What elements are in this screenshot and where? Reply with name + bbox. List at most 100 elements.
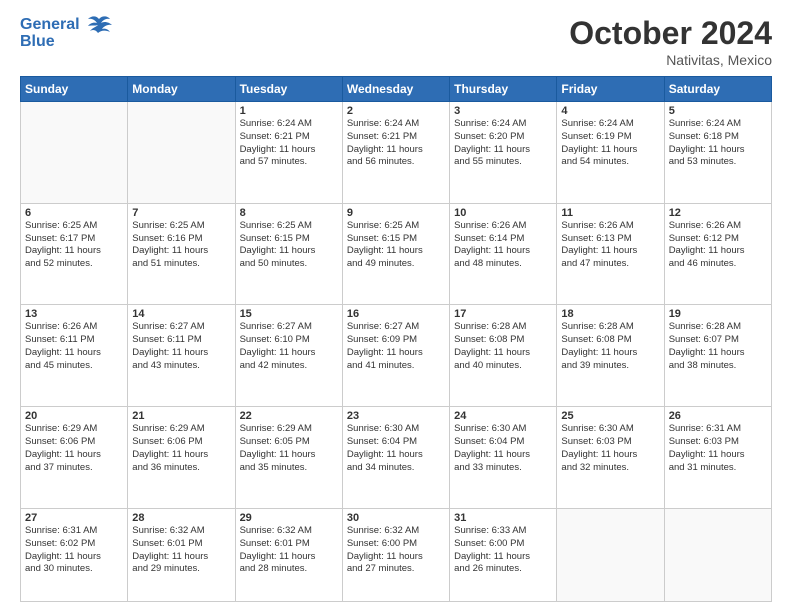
- day-number: 30: [347, 512, 445, 524]
- day-number: 31: [454, 512, 552, 524]
- calendar-cell: 27Sunrise: 6:31 AM Sunset: 6:02 PM Dayli…: [21, 508, 128, 601]
- calendar-cell: 25Sunrise: 6:30 AM Sunset: 6:03 PM Dayli…: [557, 407, 664, 509]
- day-info: Sunrise: 6:29 AM Sunset: 6:06 PM Dayligh…: [132, 423, 230, 474]
- day-number: 25: [561, 410, 659, 422]
- day-number: 9: [347, 207, 445, 219]
- day-number: 23: [347, 410, 445, 422]
- day-number: 2: [347, 105, 445, 117]
- day-info: Sunrise: 6:24 AM Sunset: 6:18 PM Dayligh…: [669, 118, 767, 169]
- day-number: 24: [454, 410, 552, 422]
- calendar-cell: 18Sunrise: 6:28 AM Sunset: 6:08 PM Dayli…: [557, 305, 664, 407]
- day-info: Sunrise: 6:30 AM Sunset: 6:04 PM Dayligh…: [454, 423, 552, 474]
- day-info: Sunrise: 6:32 AM Sunset: 6:01 PM Dayligh…: [132, 525, 230, 576]
- day-info: Sunrise: 6:24 AM Sunset: 6:21 PM Dayligh…: [240, 118, 338, 169]
- day-info: Sunrise: 6:28 AM Sunset: 6:08 PM Dayligh…: [561, 321, 659, 372]
- week-row-0: 1Sunrise: 6:24 AM Sunset: 6:21 PM Daylig…: [21, 102, 772, 204]
- calendar-cell: 1Sunrise: 6:24 AM Sunset: 6:21 PM Daylig…: [235, 102, 342, 204]
- day-info: Sunrise: 6:27 AM Sunset: 6:10 PM Dayligh…: [240, 321, 338, 372]
- day-info: Sunrise: 6:27 AM Sunset: 6:09 PM Dayligh…: [347, 321, 445, 372]
- day-number: 27: [25, 512, 123, 524]
- day-info: Sunrise: 6:33 AM Sunset: 6:00 PM Dayligh…: [454, 525, 552, 576]
- day-number: 15: [240, 308, 338, 320]
- day-number: 4: [561, 105, 659, 117]
- day-info: Sunrise: 6:29 AM Sunset: 6:06 PM Dayligh…: [25, 423, 123, 474]
- calendar-cell: 7Sunrise: 6:25 AM Sunset: 6:16 PM Daylig…: [128, 203, 235, 305]
- day-number: 11: [561, 207, 659, 219]
- day-info: Sunrise: 6:32 AM Sunset: 6:00 PM Dayligh…: [347, 525, 445, 576]
- calendar-cell: 20Sunrise: 6:29 AM Sunset: 6:06 PM Dayli…: [21, 407, 128, 509]
- day-info: Sunrise: 6:28 AM Sunset: 6:07 PM Dayligh…: [669, 321, 767, 372]
- calendar-cell: 11Sunrise: 6:26 AM Sunset: 6:13 PM Dayli…: [557, 203, 664, 305]
- day-info: Sunrise: 6:24 AM Sunset: 6:20 PM Dayligh…: [454, 118, 552, 169]
- day-number: 10: [454, 207, 552, 219]
- calendar-cell: 2Sunrise: 6:24 AM Sunset: 6:21 PM Daylig…: [342, 102, 449, 204]
- logo: General Blue: [20, 15, 112, 51]
- calendar-cell: 24Sunrise: 6:30 AM Sunset: 6:04 PM Dayli…: [450, 407, 557, 509]
- calendar-cell: 10Sunrise: 6:26 AM Sunset: 6:14 PM Dayli…: [450, 203, 557, 305]
- day-number: 22: [240, 410, 338, 422]
- calendar-cell: 30Sunrise: 6:32 AM Sunset: 6:00 PM Dayli…: [342, 508, 449, 601]
- day-info: Sunrise: 6:25 AM Sunset: 6:16 PM Dayligh…: [132, 220, 230, 271]
- col-wednesday: Wednesday: [342, 77, 449, 102]
- col-friday: Friday: [557, 77, 664, 102]
- calendar-cell: [21, 102, 128, 204]
- week-row-1: 6Sunrise: 6:25 AM Sunset: 6:17 PM Daylig…: [21, 203, 772, 305]
- calendar-cell: 21Sunrise: 6:29 AM Sunset: 6:06 PM Dayli…: [128, 407, 235, 509]
- calendar-cell: 4Sunrise: 6:24 AM Sunset: 6:19 PM Daylig…: [557, 102, 664, 204]
- day-info: Sunrise: 6:32 AM Sunset: 6:01 PM Dayligh…: [240, 525, 338, 576]
- calendar-cell: [557, 508, 664, 601]
- day-info: Sunrise: 6:24 AM Sunset: 6:19 PM Dayligh…: [561, 118, 659, 169]
- col-thursday: Thursday: [450, 77, 557, 102]
- col-sunday: Sunday: [21, 77, 128, 102]
- day-number: 21: [132, 410, 230, 422]
- calendar-cell: 23Sunrise: 6:30 AM Sunset: 6:04 PM Dayli…: [342, 407, 449, 509]
- week-row-3: 20Sunrise: 6:29 AM Sunset: 6:06 PM Dayli…: [21, 407, 772, 509]
- month-title: October 2024: [569, 15, 772, 52]
- day-number: 12: [669, 207, 767, 219]
- day-info: Sunrise: 6:31 AM Sunset: 6:03 PM Dayligh…: [669, 423, 767, 474]
- day-info: Sunrise: 6:30 AM Sunset: 6:03 PM Dayligh…: [561, 423, 659, 474]
- day-number: 8: [240, 207, 338, 219]
- day-number: 6: [25, 207, 123, 219]
- day-info: Sunrise: 6:27 AM Sunset: 6:11 PM Dayligh…: [132, 321, 230, 372]
- col-tuesday: Tuesday: [235, 77, 342, 102]
- day-info: Sunrise: 6:25 AM Sunset: 6:17 PM Dayligh…: [25, 220, 123, 271]
- logo-general: General: [20, 16, 80, 33]
- day-number: 19: [669, 308, 767, 320]
- calendar-cell: 29Sunrise: 6:32 AM Sunset: 6:01 PM Dayli…: [235, 508, 342, 601]
- day-number: 14: [132, 308, 230, 320]
- calendar-cell: 28Sunrise: 6:32 AM Sunset: 6:01 PM Dayli…: [128, 508, 235, 601]
- day-info: Sunrise: 6:26 AM Sunset: 6:14 PM Dayligh…: [454, 220, 552, 271]
- day-number: 3: [454, 105, 552, 117]
- logo-text: General: [20, 15, 112, 35]
- day-number: 20: [25, 410, 123, 422]
- calendar-cell: 15Sunrise: 6:27 AM Sunset: 6:10 PM Dayli…: [235, 305, 342, 407]
- col-saturday: Saturday: [664, 77, 771, 102]
- day-number: 7: [132, 207, 230, 219]
- day-info: Sunrise: 6:26 AM Sunset: 6:13 PM Dayligh…: [561, 220, 659, 271]
- day-info: Sunrise: 6:31 AM Sunset: 6:02 PM Dayligh…: [25, 525, 123, 576]
- logo-blue: Blue: [20, 33, 112, 51]
- day-info: Sunrise: 6:25 AM Sunset: 6:15 PM Dayligh…: [240, 220, 338, 271]
- calendar-cell: 16Sunrise: 6:27 AM Sunset: 6:09 PM Dayli…: [342, 305, 449, 407]
- day-number: 5: [669, 105, 767, 117]
- header-row: Sunday Monday Tuesday Wednesday Thursday…: [21, 77, 772, 102]
- calendar-cell: 31Sunrise: 6:33 AM Sunset: 6:00 PM Dayli…: [450, 508, 557, 601]
- title-section: October 2024 Nativitas, Mexico: [569, 15, 772, 68]
- day-info: Sunrise: 6:29 AM Sunset: 6:05 PM Dayligh…: [240, 423, 338, 474]
- calendar-cell: [128, 102, 235, 204]
- calendar-cell: 13Sunrise: 6:26 AM Sunset: 6:11 PM Dayli…: [21, 305, 128, 407]
- day-number: 29: [240, 512, 338, 524]
- day-number: 17: [454, 308, 552, 320]
- day-info: Sunrise: 6:30 AM Sunset: 6:04 PM Dayligh…: [347, 423, 445, 474]
- day-number: 16: [347, 308, 445, 320]
- day-number: 13: [25, 308, 123, 320]
- calendar-cell: 9Sunrise: 6:25 AM Sunset: 6:15 PM Daylig…: [342, 203, 449, 305]
- calendar-cell: 17Sunrise: 6:28 AM Sunset: 6:08 PM Dayli…: [450, 305, 557, 407]
- day-info: Sunrise: 6:26 AM Sunset: 6:11 PM Dayligh…: [25, 321, 123, 372]
- day-info: Sunrise: 6:25 AM Sunset: 6:15 PM Dayligh…: [347, 220, 445, 271]
- calendar-cell: 22Sunrise: 6:29 AM Sunset: 6:05 PM Dayli…: [235, 407, 342, 509]
- calendar-cell: 3Sunrise: 6:24 AM Sunset: 6:20 PM Daylig…: [450, 102, 557, 204]
- calendar-cell: 26Sunrise: 6:31 AM Sunset: 6:03 PM Dayli…: [664, 407, 771, 509]
- calendar-cell: 5Sunrise: 6:24 AM Sunset: 6:18 PM Daylig…: [664, 102, 771, 204]
